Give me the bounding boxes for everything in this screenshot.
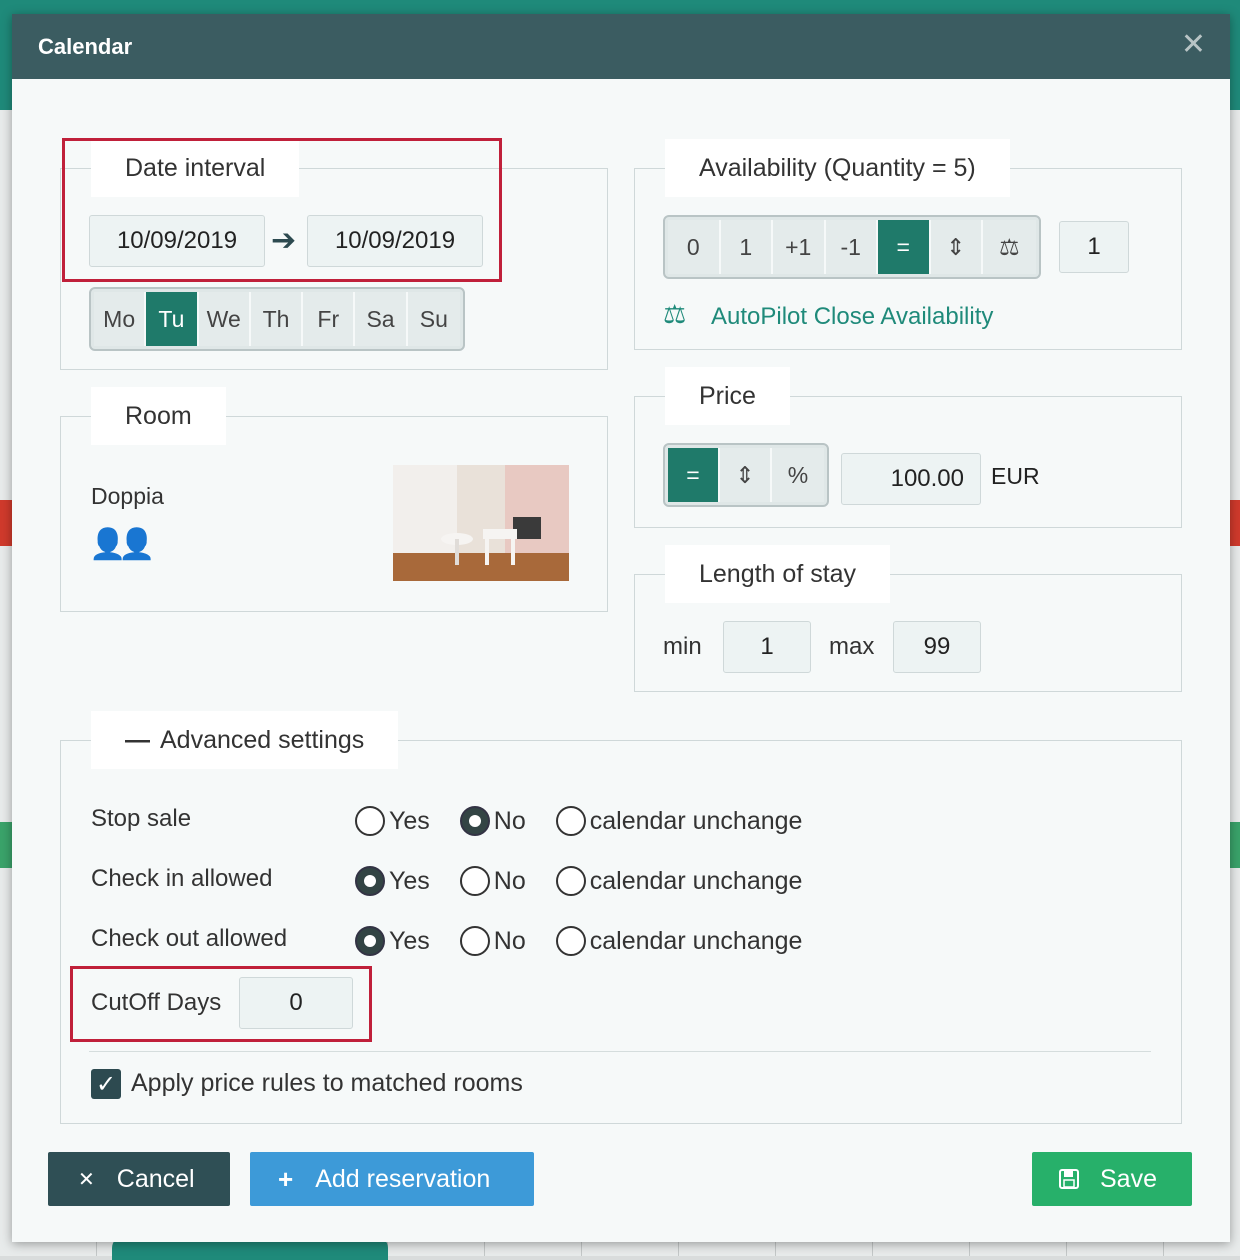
- availability-op-button-5[interactable]: ⇕: [930, 220, 983, 274]
- availability-op-button-0[interactable]: 0: [668, 220, 721, 274]
- min-stay-label: min: [663, 633, 702, 660]
- length-of-stay-panel: Length of stay min 1 max 99: [634, 545, 1182, 692]
- weekday-button-5[interactable]: Sa: [355, 292, 408, 346]
- floppy-disk-icon: [1059, 1169, 1079, 1189]
- radio-option-label: No: [493, 866, 526, 895]
- radio-circle[interactable]: [555, 926, 586, 956]
- radio-option[interactable]: No: [459, 926, 526, 956]
- modal-title: Calendar: [38, 34, 133, 59]
- availability-panel: Availability (Quantity = 5) 0 1 +1 -1 = ⇕ ⚖ 1 …: [634, 139, 1182, 350]
- check-out-allowed-options: Yes No calendar unchange: [355, 921, 832, 961]
- radio-circle[interactable]: [355, 866, 385, 896]
- radio-circle[interactable]: [355, 806, 385, 836]
- close-x-icon: ✕: [78, 1168, 95, 1191]
- price-value-input[interactable]: 100.00: [841, 453, 981, 505]
- radio-option[interactable]: calendar unchange: [555, 926, 803, 956]
- stop-sale-options: Yes No calendar unchange: [355, 801, 832, 841]
- radio-circle[interactable]: [555, 866, 586, 896]
- weekday-button-6[interactable]: Su: [407, 292, 460, 346]
- cancel-button-label: Cancel: [116, 1164, 195, 1193]
- two-persons-icon: 👤👤: [89, 528, 156, 561]
- stop-sale-label: Stop sale: [91, 805, 192, 832]
- radio-circle[interactable]: [459, 806, 490, 836]
- radio-option[interactable]: Yes: [355, 866, 430, 896]
- price-legend: Price: [665, 367, 790, 425]
- availability-legend: Availability (Quantity = 5): [665, 139, 1010, 197]
- radio-option-label: calendar unchange: [589, 866, 803, 895]
- add-reservation-button[interactable]: + Add reservation: [250, 1152, 534, 1206]
- availability-op-button-4[interactable]: =: [878, 220, 931, 274]
- save-button-label: Save: [1100, 1164, 1157, 1193]
- room-photo[interactable]: [393, 465, 569, 581]
- weekday-button-1[interactable]: Tu: [146, 292, 199, 346]
- advanced-settings-toggle[interactable]: — Advanced settings: [91, 711, 399, 769]
- price-op-button-0[interactable]: =: [668, 448, 720, 502]
- price-op-button-2[interactable]: %: [772, 448, 824, 502]
- radio-option[interactable]: No: [459, 806, 526, 836]
- check-out-allowed-label: Check out allowed: [91, 925, 288, 952]
- availability-op-button-2[interactable]: +1: [773, 220, 826, 274]
- availability-op-button-6[interactable]: ⚖: [983, 220, 1036, 274]
- save-button[interactable]: Save: [1032, 1152, 1192, 1206]
- radio-option-label: Yes: [389, 806, 430, 835]
- autopilot-close-availability-link[interactable]: AutoPilot Close Availability: [711, 303, 993, 331]
- cutoff-days-highlight: [70, 966, 372, 1042]
- radio-circle[interactable]: [459, 926, 490, 956]
- radio-option[interactable]: Yes: [355, 806, 430, 836]
- check-in-allowed-label: Check in allowed: [91, 865, 273, 892]
- checkmark-icon: ✓: [95, 1070, 117, 1098]
- add-reservation-button-label: Add reservation: [315, 1164, 491, 1193]
- availability-op-button-3[interactable]: -1: [825, 220, 878, 274]
- radio-circle[interactable]: [459, 866, 490, 896]
- radio-circle[interactable]: [555, 806, 586, 836]
- room-name: Doppia: [91, 483, 164, 509]
- room-panel: Room Doppia 👤👤: [60, 387, 608, 612]
- cancel-button[interactable]: ✕ Cancel: [48, 1152, 230, 1206]
- radio-option[interactable]: calendar unchange: [555, 806, 803, 836]
- min-stay-input[interactable]: 1: [723, 621, 811, 673]
- radio-option-label: No: [493, 926, 526, 955]
- price-operation-selector: = ⇕%: [663, 443, 829, 507]
- advanced-settings-panel: — Advanced settings Stop sale Yes No calend…: [60, 711, 1182, 1124]
- plus-icon: +: [278, 1163, 294, 1194]
- max-stay-input[interactable]: 99: [893, 621, 981, 673]
- modal-header: Calendar ✕: [12, 14, 1230, 79]
- room-legend: Room: [91, 387, 226, 445]
- minus-icon: —: [125, 726, 150, 754]
- weekday-button-2[interactable]: We: [198, 292, 251, 346]
- price-panel: Price = ⇕% 100.00 EUR: [634, 367, 1182, 528]
- date-interval-highlight: [62, 138, 502, 282]
- radio-option-label: Yes: [389, 926, 430, 955]
- availability-value-input[interactable]: 1: [1059, 221, 1129, 273]
- weekday-button-4[interactable]: Fr: [303, 292, 356, 346]
- apply-price-rules-label: Apply price rules to matched rooms: [131, 1069, 523, 1097]
- balance-scale-icon: ⚖: [663, 299, 687, 329]
- price-op-button-1[interactable]: ⇕: [720, 448, 772, 502]
- weekday-button-3[interactable]: Th: [250, 292, 304, 346]
- divider: [89, 1051, 1151, 1052]
- radio-option[interactable]: Yes: [355, 926, 430, 956]
- apply-price-rules-checkbox[interactable]: ✓: [91, 1069, 121, 1099]
- radio-option-label: calendar unchange: [589, 806, 803, 835]
- radio-option-label: calendar unchange: [589, 926, 803, 955]
- radio-option-label: Yes: [389, 866, 430, 895]
- advanced-settings-label: Advanced settings: [160, 726, 365, 754]
- max-stay-label: max: [829, 633, 875, 660]
- availability-op-button-1[interactable]: 1: [720, 220, 773, 274]
- length-of-stay-legend: Length of stay: [665, 545, 891, 603]
- weekday-button-0[interactable]: Mo: [94, 292, 147, 346]
- radio-option[interactable]: calendar unchange: [555, 866, 803, 896]
- radio-option[interactable]: No: [459, 866, 526, 896]
- check-in-allowed-options: Yes No calendar unchange: [355, 861, 832, 901]
- price-currency: EUR: [991, 463, 1040, 489]
- radio-option-label: No: [493, 806, 526, 835]
- radio-circle[interactable]: [355, 926, 385, 956]
- weekday-selector: Mo Tu We Th Fr Sa Su: [89, 287, 465, 351]
- availability-operation-selector: 0 1 +1 -1 = ⇕ ⚖: [663, 215, 1041, 279]
- close-icon[interactable]: ✕: [1181, 30, 1206, 60]
- calendar-modal: Calendar ✕ Date interval 10/09/2019 ➔ 10…: [12, 14, 1230, 1242]
